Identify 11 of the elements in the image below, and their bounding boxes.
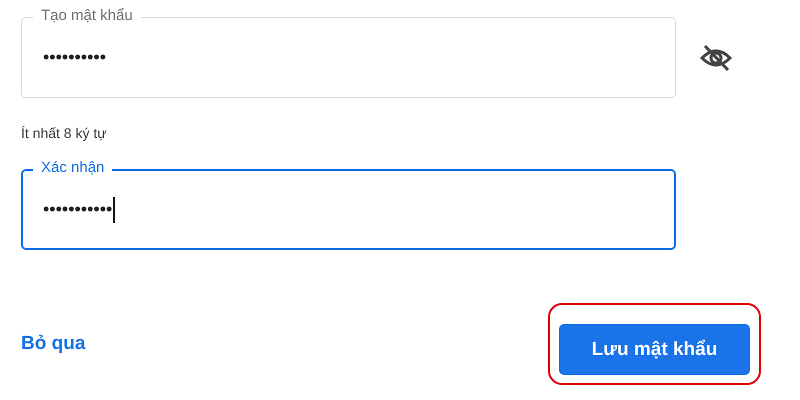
- password-dots: ••••••••••: [43, 47, 106, 68]
- skip-link[interactable]: Bỏ qua: [21, 333, 86, 355]
- save-button[interactable]: Lưu mật khẩu: [559, 324, 750, 375]
- field-label: Tạo mật khẩu: [33, 7, 141, 25]
- password-dots: •••••••••••: [43, 199, 112, 220]
- password-field[interactable]: Xác nhận •••••••••••: [21, 159, 676, 250]
- field-label: Xác nhận: [33, 159, 112, 177]
- password-field[interactable]: Tạo mật khẩu ••••••••••: [21, 7, 676, 98]
- eye-slash-icon[interactable]: [699, 42, 733, 72]
- text-cursor: [113, 196, 115, 222]
- helper-text: Ít nhất 8 ký tự: [21, 125, 108, 141]
